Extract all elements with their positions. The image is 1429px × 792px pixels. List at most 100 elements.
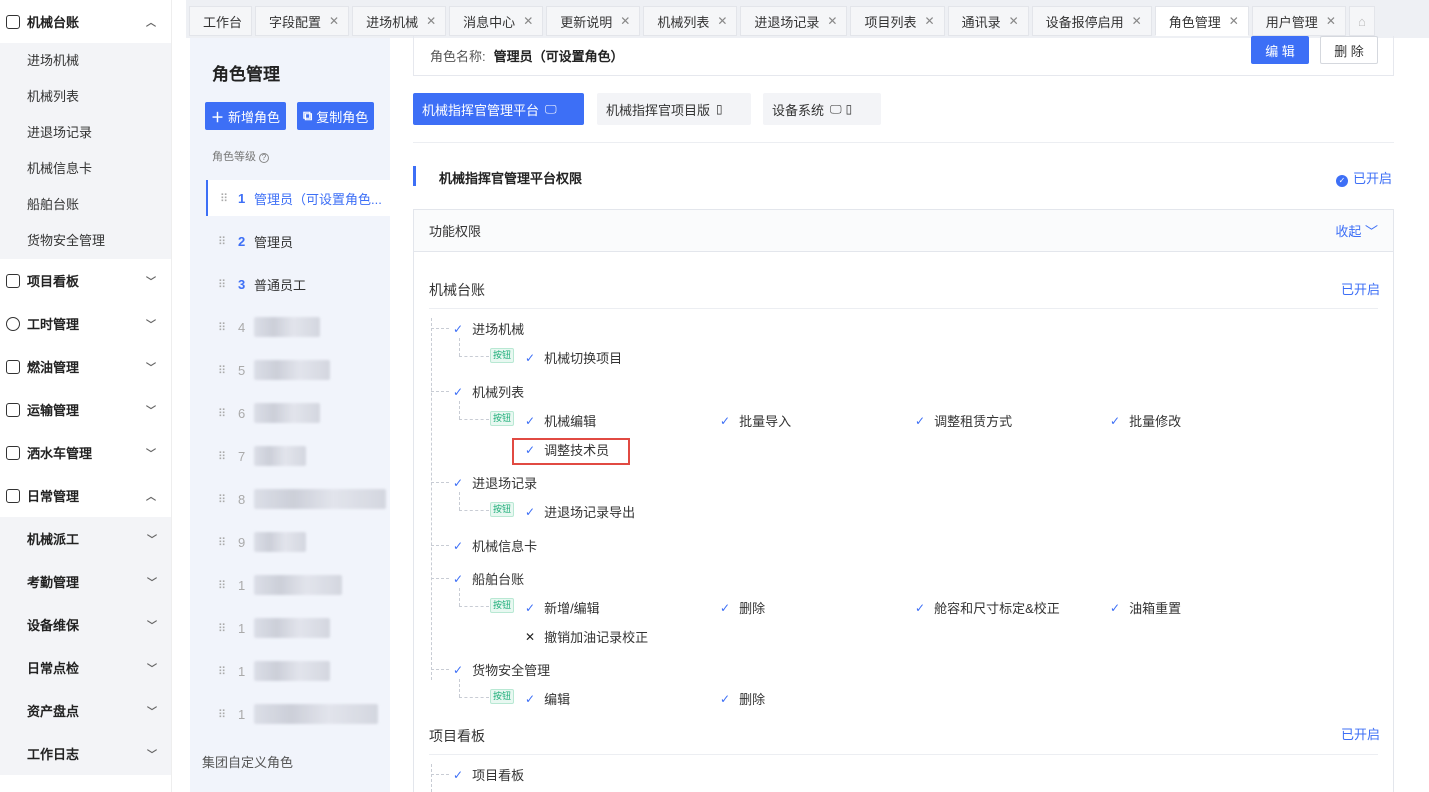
close-icon[interactable]: ✕: [1229, 14, 1239, 28]
drag-handle-icon[interactable]: ⠿: [206, 579, 226, 592]
platform-tab-device[interactable]: 设备系统 🖵 ▯: [763, 93, 881, 125]
close-icon[interactable]: ✕: [1326, 14, 1336, 28]
perm-ship-ledger[interactable]: ✓ 船舶台账: [453, 569, 524, 588]
close-icon[interactable]: ✕: [620, 14, 630, 28]
tab-entry-exit-records[interactable]: 进退场记录 ✕: [740, 6, 848, 36]
drag-handle-icon[interactable]: ⠿: [206, 321, 226, 334]
collapse-toggle[interactable]: 收起 ﹀: [1335, 221, 1378, 240]
module-status[interactable]: 已开启: [1341, 724, 1380, 743]
nav-item-work-log[interactable]: 工作日志 ﹀: [0, 732, 171, 775]
drag-handle-icon[interactable]: ⠿: [206, 665, 226, 678]
perm-adjust-lease[interactable]: ✓ 调整租赁方式: [915, 411, 1012, 430]
add-role-button[interactable]: ＋新增角色: [205, 102, 287, 130]
nav-item-dispatch[interactable]: 机械派工 ﹀: [0, 517, 171, 560]
perm-cargo-safety[interactable]: ✓ 货物安全管理: [453, 660, 550, 679]
perm-batch-modify[interactable]: ✓ 批量修改: [1110, 411, 1181, 430]
close-icon[interactable]: ✕: [523, 14, 533, 28]
delete-button[interactable]: 删 除: [1320, 36, 1378, 64]
drag-handle-icon[interactable]: ⠿: [206, 708, 226, 721]
nav-group-equipment-ledger[interactable]: 机械台账 ︿: [0, 0, 171, 43]
close-icon[interactable]: ✕: [717, 14, 727, 28]
perm-entry-exit-records[interactable]: ✓ 进退场记录: [453, 473, 537, 492]
nav-item-equipment-list[interactable]: 机械列表: [0, 79, 171, 115]
perm-cargo-edit[interactable]: ✓ 编辑: [525, 689, 570, 708]
role-item[interactable]: ⠿ 8: [206, 481, 390, 517]
perm-capacity-calibration[interactable]: ✓ 舱容和尺寸标定&校正: [915, 598, 1060, 617]
tab-equipment-list[interactable]: 机械列表 ✕: [643, 6, 738, 36]
drag-handle-icon[interactable]: ⠿: [206, 278, 226, 291]
role-item[interactable]: ⠿ 1 管理员（可设置角色...: [206, 180, 390, 216]
tab-contacts[interactable]: 通讯录 ✕: [947, 6, 1029, 36]
role-item[interactable]: ⠿ 7: [206, 438, 390, 474]
nav-group-work-hours[interactable]: 工时管理 ﹀: [0, 302, 171, 345]
home-icon[interactable]: ⌂: [1348, 6, 1375, 36]
drag-handle-icon[interactable]: ⠿: [208, 192, 228, 205]
role-item[interactable]: ⠿ 1: [206, 696, 390, 732]
role-item[interactable]: ⠿ 2 管理员: [206, 223, 390, 259]
nav-group-sprinkler[interactable]: 洒水车管理 ﹀: [0, 431, 171, 474]
tab-messages[interactable]: 消息中心 ✕: [449, 6, 544, 36]
role-item[interactable]: ⠿ 6: [206, 395, 390, 431]
perm-cargo-delete[interactable]: ✓ 删除: [720, 689, 765, 708]
nav-item-entry-exit-records[interactable]: 进退场记录: [0, 115, 171, 151]
perm-records-export[interactable]: ✓ 进退场记录导出: [525, 502, 635, 521]
tab-role-management[interactable]: 角色管理 ✕: [1154, 6, 1249, 36]
perm-switch-project[interactable]: ✓ 机械切换项目: [525, 348, 622, 367]
role-item[interactable]: ⠿ 5: [206, 352, 390, 388]
nav-group-transport[interactable]: 运输管理 ﹀: [0, 388, 171, 431]
nav-group-project-board[interactable]: 项目看板 ﹀: [0, 259, 171, 302]
role-item[interactable]: ⠿ 3 普通员工: [206, 266, 390, 302]
perm-tank-reset[interactable]: ✓ 油箱重置: [1110, 598, 1181, 617]
platform-tab-project[interactable]: 机械指挥官项目版 ▯: [597, 93, 751, 125]
tab-entered-equipment[interactable]: 进场机械 ✕: [352, 6, 447, 36]
tab-equipment-stop-start[interactable]: 设备报停启用 ✕: [1031, 6, 1152, 36]
close-icon[interactable]: ✕: [1009, 14, 1019, 28]
perm-equipment-list[interactable]: ✓ 机械列表: [453, 382, 524, 401]
nav-item-entered-equipment[interactable]: 进场机械: [0, 43, 171, 79]
nav-item-attendance[interactable]: 考勤管理 ﹀: [0, 560, 171, 603]
nav-item-maintenance[interactable]: 设备维保 ﹀: [0, 603, 171, 646]
perm-equipment-edit[interactable]: ✓ 机械编辑: [525, 411, 596, 430]
drag-handle-icon[interactable]: ⠿: [206, 364, 226, 377]
drag-handle-icon[interactable]: ⠿: [206, 493, 226, 506]
perm-delete[interactable]: ✓ 删除: [720, 598, 765, 617]
role-item[interactable]: ⠿ 1: [206, 653, 390, 689]
close-icon[interactable]: ✕: [1132, 14, 1142, 28]
drag-handle-icon[interactable]: ⠿: [206, 235, 226, 248]
nav-item-inspection[interactable]: 日常点检 ﹀: [0, 646, 171, 689]
group-custom-role-link[interactable]: 集团自定义角色: [202, 752, 293, 771]
module-status[interactable]: 已开启: [1341, 279, 1380, 298]
close-icon[interactable]: ✕: [827, 14, 837, 28]
help-icon[interactable]: ?: [259, 153, 269, 163]
nav-item-cargo-safety[interactable]: 货物安全管理: [0, 223, 171, 259]
nav-group-fuel[interactable]: 燃油管理 ﹀: [0, 345, 171, 388]
perm-entered-equipment[interactable]: ✓ 进场机械: [453, 319, 524, 338]
perm-equipment-card[interactable]: ✓ 机械信息卡: [453, 536, 537, 555]
nav-item-asset-count[interactable]: 资产盘点 ﹀: [0, 689, 171, 732]
role-item[interactable]: ⠿ 1: [206, 610, 390, 646]
drag-handle-icon[interactable]: ⠿: [206, 407, 226, 420]
tab-field-config[interactable]: 字段配置 ✕: [255, 6, 350, 36]
close-icon[interactable]: ✕: [426, 14, 436, 28]
nav-item-ship-ledger[interactable]: 船舶台账: [0, 187, 171, 223]
tab-project-list[interactable]: 项目列表 ✕: [850, 6, 945, 36]
tab-user-management[interactable]: 用户管理 ✕: [1251, 6, 1346, 36]
drag-handle-icon[interactable]: ⠿: [206, 536, 226, 549]
perm-add-edit[interactable]: ✓ 新增/编辑: [525, 598, 600, 617]
role-item[interactable]: ⠿ 1: [206, 567, 390, 603]
close-icon[interactable]: ✕: [329, 14, 339, 28]
perm-revoke-refuel-correction[interactable]: ✕ 撤销加油记录校正: [525, 627, 648, 646]
edit-button[interactable]: 编 辑: [1251, 36, 1309, 64]
drag-handle-icon[interactable]: ⠿: [206, 622, 226, 635]
role-item[interactable]: ⠿ 9: [206, 524, 390, 560]
close-icon[interactable]: ✕: [925, 14, 935, 28]
copy-role-button[interactable]: ⧉ 复制角色: [297, 102, 375, 130]
nav-group-daily[interactable]: 日常管理 ︿: [0, 474, 171, 517]
tab-workbench[interactable]: 工作台: [189, 6, 253, 36]
drag-handle-icon[interactable]: ⠿: [206, 450, 226, 463]
platform-tab-management[interactable]: 机械指挥官管理平台 🖵: [413, 93, 584, 125]
nav-item-equipment-card[interactable]: 机械信息卡: [0, 151, 171, 187]
perm-batch-import[interactable]: ✓ 批量导入: [720, 411, 791, 430]
tab-release-notes[interactable]: 更新说明 ✕: [546, 6, 641, 36]
role-item[interactable]: ⠿ 4: [206, 309, 390, 345]
